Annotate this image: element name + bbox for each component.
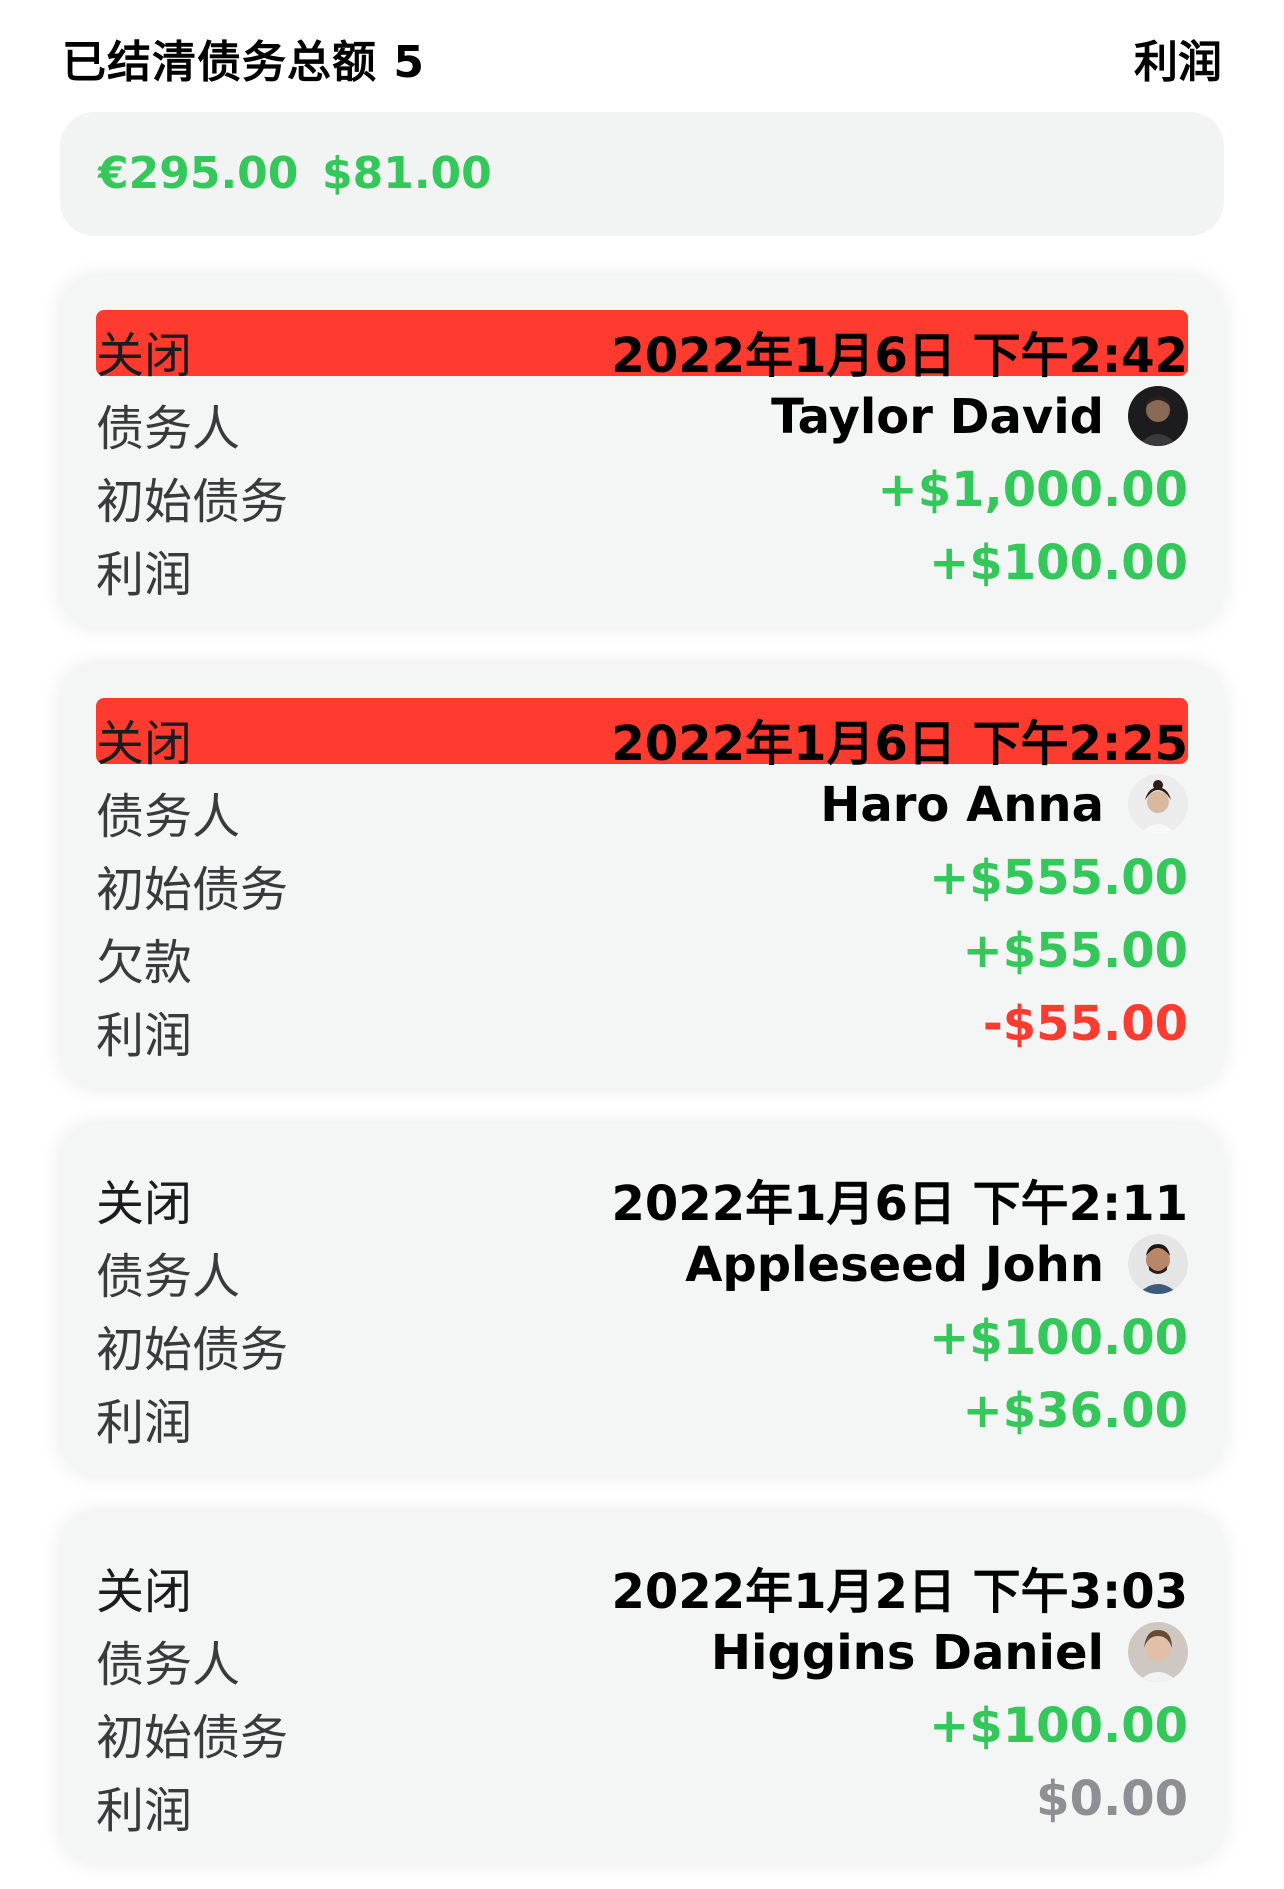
initial-debt-value: +$100.00: [929, 1698, 1188, 1754]
profit-row: 利润 +$100.00: [96, 529, 1188, 603]
profit-label: 利润: [96, 1395, 193, 1451]
initial-debt-label: 初始债务: [96, 1710, 289, 1766]
page-title: 已结清债务总额 5: [62, 37, 425, 88]
debtor-row: 债务人 Higgins Daniel: [96, 1619, 1188, 1693]
debt-card[interactable]: 关闭 2022年1月6日 下午2:42 债务人 Taylor David 初始债…: [60, 276, 1224, 627]
totals-summary: €295.00 $81.00: [60, 112, 1224, 236]
closed-date: 2022年1月2日 下午3:03: [611, 1564, 1189, 1620]
total-amount-eur: €295.00: [98, 148, 299, 199]
initial-debt-row: 初始债务 +$100.00: [96, 1692, 1188, 1766]
closed-label: 关闭: [96, 1564, 193, 1620]
profit-value: +$100.00: [929, 535, 1188, 591]
initial-debt-value: +$100.00: [929, 1310, 1188, 1366]
debt-card[interactable]: 关闭 2022年1月6日 下午2:25 债务人 Haro Anna 初始债务 +…: [60, 664, 1224, 1088]
initial-debt-row: 初始债务 +$555.00: [96, 844, 1188, 918]
profit-value: -$55.00: [982, 996, 1188, 1052]
avatar: [1128, 1234, 1188, 1294]
initial-debt-row: 初始债务 +$1,000.00: [96, 456, 1188, 530]
closed-date: 2022年1月6日 下午2:25: [611, 716, 1189, 772]
debtor-row: 债务人 Taylor David: [96, 383, 1188, 457]
debtor-name: Higgins Daniel: [710, 1625, 1104, 1681]
closed-date: 2022年1月6日 下午2:42: [611, 328, 1189, 384]
avatar: [1128, 386, 1188, 446]
owed-label: 欠款: [96, 935, 193, 991]
debtor-row: 债务人 Appleseed John: [96, 1231, 1188, 1305]
debtor-row: 债务人 Haro Anna: [96, 771, 1188, 845]
avatar: [1128, 1622, 1188, 1682]
profit-row: 利润 +$36.00: [96, 1377, 1188, 1451]
profit-label: 利润: [96, 1783, 193, 1839]
closed-date-row: 关闭 2022年1月2日 下午3:03: [96, 1546, 1188, 1620]
closed-date-row: 关闭 2022年1月6日 下午2:42: [96, 310, 1188, 384]
initial-debt-value: +$555.00: [929, 850, 1188, 906]
profit-row: 利润 $0.00: [96, 1765, 1188, 1839]
debt-card[interactable]: 关闭 2022年1月6日 下午2:11 债务人 Appleseed John 初…: [60, 1124, 1224, 1475]
debtor-name: Appleseed John: [685, 1237, 1104, 1293]
owed-row: 欠款 +$55.00: [96, 917, 1188, 991]
closed-date-row: 关闭 2022年1月6日 下午2:11: [96, 1158, 1188, 1232]
initial-debt-row: 初始债务 +$100.00: [96, 1304, 1188, 1378]
closed-date-row: 关闭 2022年1月6日 下午2:25: [96, 698, 1188, 772]
debtor-name: Haro Anna: [820, 777, 1104, 833]
debtor-label: 债务人: [96, 401, 241, 457]
closed-label: 关闭: [96, 328, 193, 384]
profit-label: 利润: [96, 547, 193, 603]
profit-row: 利润 -$55.00: [96, 990, 1188, 1064]
initial-debt-label: 初始债务: [96, 474, 289, 530]
closed-label: 关闭: [96, 1176, 193, 1232]
debtor-label: 债务人: [96, 1249, 241, 1305]
initial-debt-label: 初始债务: [96, 1322, 289, 1378]
owed-value: +$55.00: [962, 923, 1188, 979]
debtor-label: 债务人: [96, 1637, 241, 1693]
profit-sort-link[interactable]: 利润: [1134, 26, 1222, 90]
profit-label: 利润: [96, 1008, 193, 1064]
closed-label: 关闭: [96, 716, 193, 772]
debtor-name: Taylor David: [771, 389, 1104, 445]
closed-date: 2022年1月6日 下午2:11: [611, 1176, 1189, 1232]
debt-card[interactable]: 关闭 2022年1月2日 下午3:03 债务人 Higgins Daniel 初…: [60, 1512, 1224, 1863]
initial-debt-label: 初始债务: [96, 862, 289, 918]
header: 已结清债务总额 5 利润: [62, 20, 1222, 88]
profit-value: $0.00: [1036, 1771, 1188, 1827]
total-amount-usd: $81.00: [322, 148, 492, 199]
initial-debt-value: +$1,000.00: [877, 462, 1188, 518]
profit-value: +$36.00: [962, 1383, 1188, 1439]
avatar: [1128, 774, 1188, 834]
debtor-label: 债务人: [96, 789, 241, 845]
